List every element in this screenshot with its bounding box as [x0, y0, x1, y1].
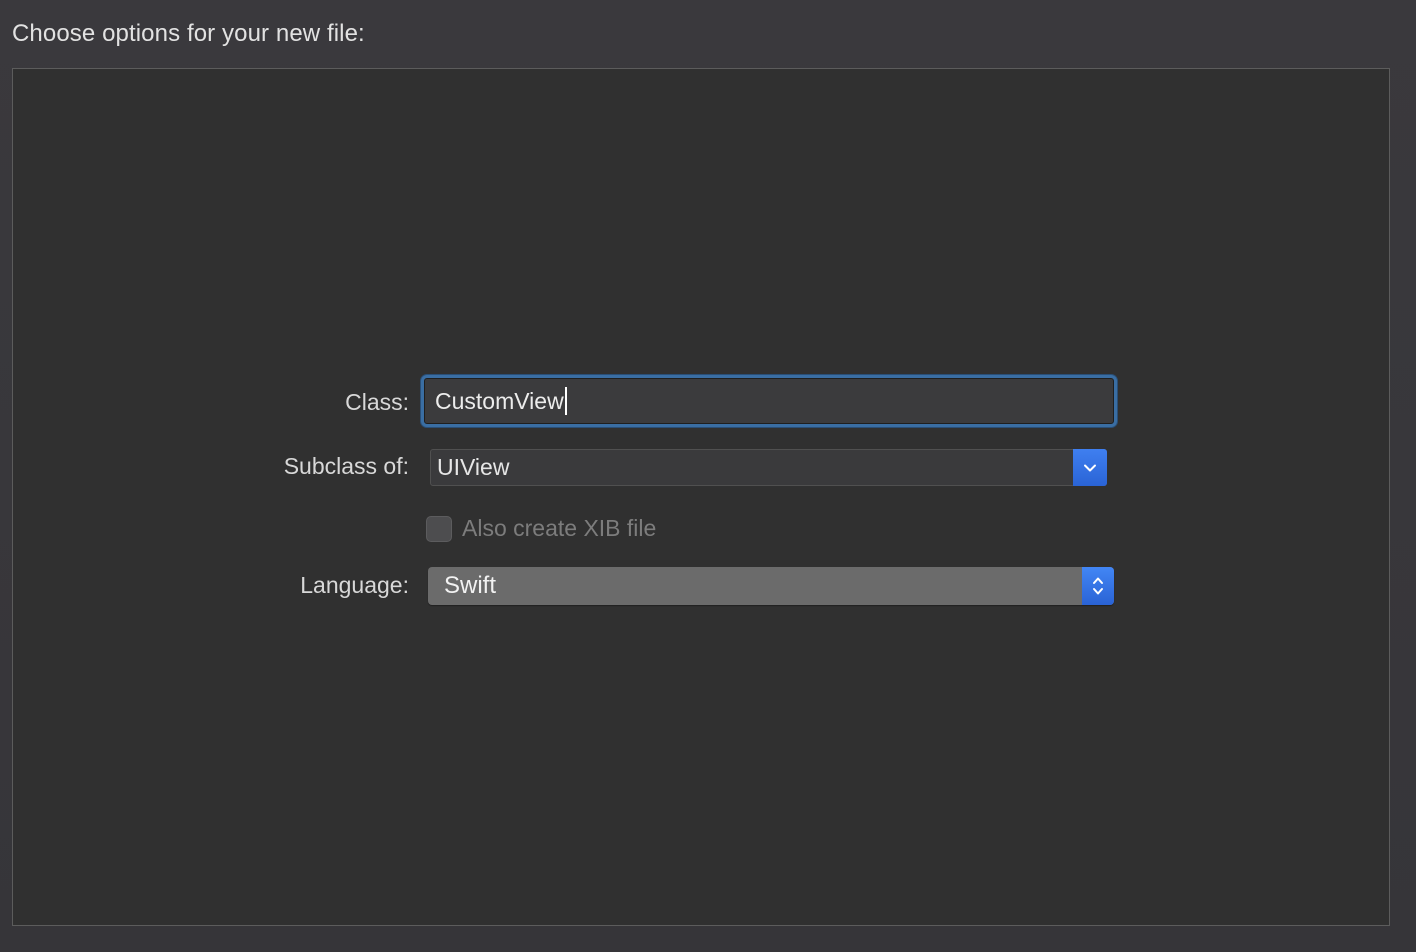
subclass-dropdown-button[interactable]	[1073, 449, 1107, 486]
class-name-value: CustomView	[435, 387, 564, 414]
text-caret	[564, 387, 567, 415]
up-down-chevron-icon	[1093, 577, 1103, 595]
language-value: Swift	[444, 572, 497, 599]
xib-checkbox[interactable]	[426, 515, 452, 542]
options-panel: Class: CustomView Subclass of: UIView Al…	[12, 68, 1390, 926]
dialog-heading: Choose options for your new file:	[12, 20, 365, 47]
subclass-label: Subclass of:	[283, 453, 409, 479]
subclass-value: UIView	[437, 454, 510, 480]
language-popup[interactable]: Swift	[428, 567, 1114, 605]
chevron-down-icon	[1084, 464, 1096, 471]
new-file-options-window: Choose options for your new file: Class:…	[0, 0, 1416, 952]
xib-checkbox-row: Also create XIB file	[426, 515, 656, 542]
class-name-field[interactable]: CustomView	[424, 378, 1114, 424]
language-stepper-button[interactable]	[1082, 567, 1114, 605]
language-label: Language:	[300, 572, 409, 598]
xib-checkbox-label: Also create XIB file	[462, 515, 657, 541]
class-label: Class:	[345, 389, 409, 415]
subclass-popup[interactable]: UIView	[430, 449, 1107, 486]
